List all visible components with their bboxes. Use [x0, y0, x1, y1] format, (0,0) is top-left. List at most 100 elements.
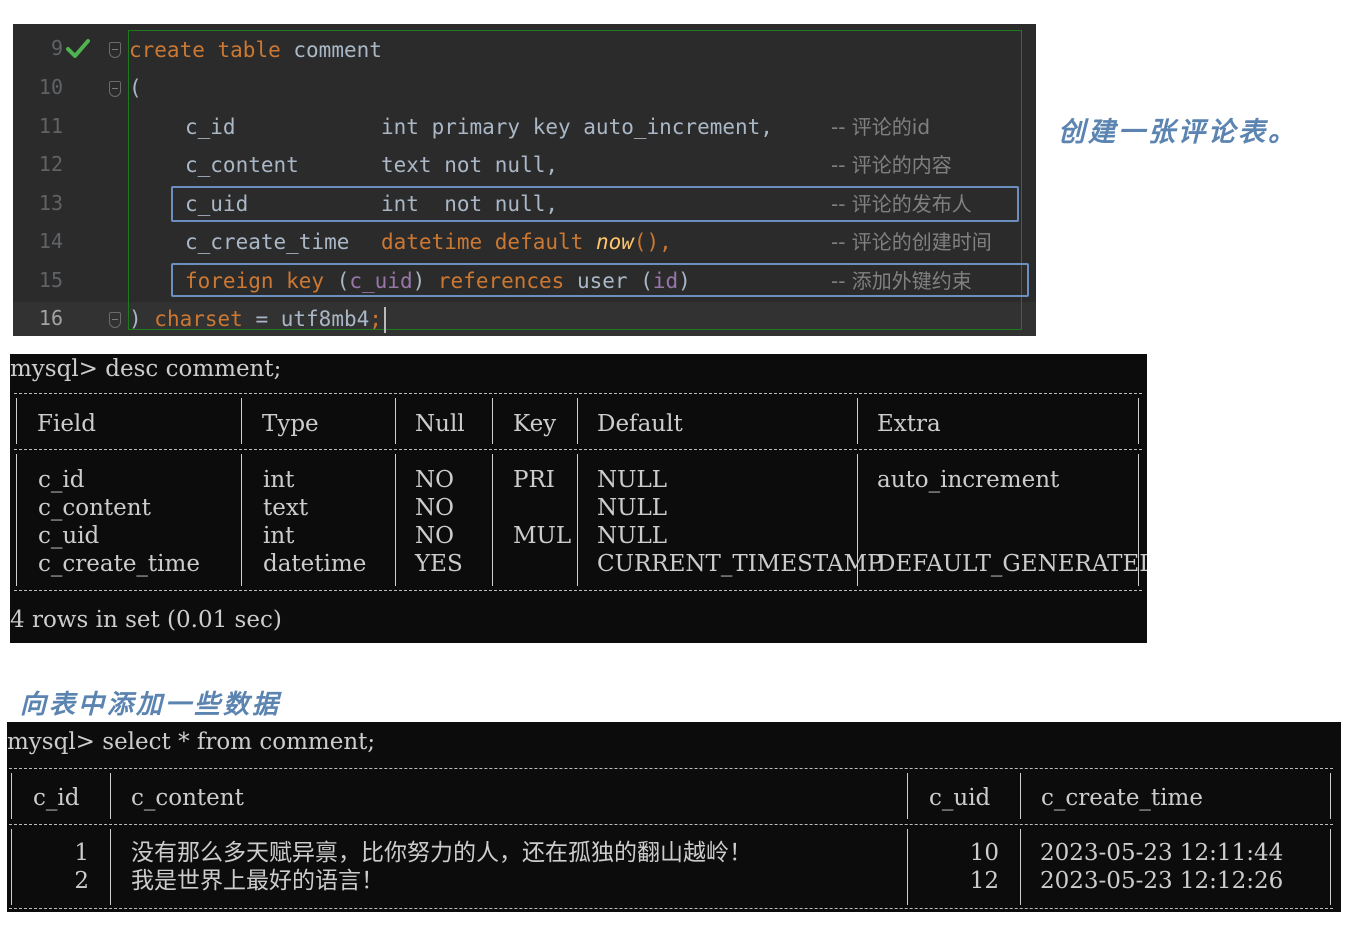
table-cell: NO [415, 467, 454, 493]
line-number: 11 [38, 114, 63, 138]
table-border [241, 454, 242, 586]
code-comment: -- 评论的内容 [831, 153, 952, 177]
keyword: charset [154, 307, 243, 331]
line-number-current: 16 [38, 306, 63, 330]
insert-data-note: 向表中添加一些数据 [20, 690, 282, 720]
code-line-15: foreign key (c_uid) references user (id) [185, 269, 691, 293]
fold-marker-icon[interactable] [109, 42, 121, 58]
table-border [857, 398, 858, 444]
table-cell: c_uid [38, 523, 100, 549]
punctuation: ( [324, 269, 350, 293]
checkmark-icon[interactable] [65, 36, 91, 62]
table-border [110, 773, 111, 819]
keyword: foreign key [185, 269, 325, 293]
column-name: c_id [185, 115, 236, 139]
table-border [395, 398, 396, 444]
column-name: c_uid [185, 192, 249, 216]
column-header: Type [262, 411, 319, 437]
table-name: comment [293, 38, 382, 62]
table-border [14, 393, 1142, 394]
table-border [11, 829, 12, 905]
fold-marker-icon[interactable] [109, 312, 121, 328]
table-border [1020, 773, 1021, 819]
line-number: 10 [38, 75, 63, 99]
column-type: int not null, [381, 192, 559, 216]
terminal-prompt: mysql> desc comment; [10, 356, 282, 382]
table-border [577, 454, 578, 586]
line-number: 9 [50, 36, 63, 60]
select-terminal[interactable]: mysql> select * from comment; c_id c_con… [7, 722, 1341, 912]
table-cell: int [263, 523, 295, 549]
column-name: c_create_time [185, 230, 350, 254]
table-border [1330, 773, 1331, 819]
table-cell: datetime [263, 551, 367, 577]
column-header: c_uid [929, 785, 991, 811]
punctuation: ) [678, 269, 691, 293]
column-header: Key [513, 411, 557, 437]
type-keyword: datetime default [381, 230, 596, 254]
column-type: text not null, [381, 153, 559, 177]
desc-terminal[interactable]: mysql> desc comment; Field Type Null Key… [10, 354, 1147, 643]
column-header: Default [597, 411, 683, 437]
column-name: c_content [185, 153, 299, 177]
column-header: Null [415, 411, 465, 437]
keyword: table [217, 38, 281, 62]
table-cell: auto_increment [877, 467, 1060, 493]
punctuation: (), [633, 230, 672, 254]
table-cell: NULL [597, 523, 668, 549]
table-cell: NO [415, 523, 454, 549]
table-cell: NULL [597, 495, 668, 521]
text-caret [383, 307, 386, 333]
table-border [9, 768, 1333, 769]
line-number: 14 [38, 229, 63, 253]
code-comment: -- 添加外键约束 [831, 269, 972, 293]
table-cell: PRI [513, 467, 555, 493]
table-cell: 10 [969, 840, 999, 866]
table-cell: CURRENT_TIMESTAMP [597, 551, 883, 577]
table-border [1138, 398, 1139, 444]
table-cell: c_id [38, 467, 85, 493]
keyword: references [437, 269, 565, 293]
result-footer: 4 rows in set (0.01 sec) [10, 607, 282, 633]
fold-marker-icon[interactable] [109, 81, 121, 97]
table-border [907, 829, 908, 905]
table-border [492, 454, 493, 586]
charset-value: = utf8mb4 [242, 307, 370, 331]
table-border [16, 398, 17, 444]
table-border [1020, 829, 1021, 905]
code-line-9: create table comment [129, 38, 382, 62]
table-border [907, 773, 908, 819]
line-number: 12 [38, 152, 63, 176]
table-cell: NULL [597, 467, 668, 493]
punctuation: ) [129, 307, 155, 331]
table-border [14, 590, 1142, 591]
table-border [241, 398, 242, 444]
table-cell: 2 [74, 868, 89, 894]
table-cell: NO [415, 495, 454, 521]
punctuation: ) [412, 269, 438, 293]
table-cell: 2023-05-23 12:11:44 [1040, 840, 1284, 866]
column-header: Field [37, 411, 97, 437]
table-cell: YES [415, 551, 463, 577]
table-border [14, 449, 1142, 450]
code-line-10: ( [129, 76, 142, 100]
column-header: Extra [877, 411, 941, 437]
table-cell: c_create_time [38, 551, 200, 577]
table-cell: DEFAULT_GENERATED [877, 551, 1147, 577]
sql-editor[interactable]: 9 10 11 12 13 14 15 16 create table comm… [13, 24, 1036, 336]
code-comment: -- 评论的发布人 [831, 192, 972, 216]
table-border [577, 398, 578, 444]
table-border [395, 454, 396, 586]
line-number: 15 [38, 268, 63, 292]
table-cell: int [263, 467, 295, 493]
column-type: datetime default now(), [381, 230, 672, 254]
table-cell: MUL [513, 523, 572, 549]
column-type: int primary key auto_increment, [381, 115, 773, 139]
table-border [492, 398, 493, 444]
keyword: create [129, 38, 205, 62]
terminal-prompt: mysql> select * from comment; [7, 729, 376, 755]
column-header: c_content [131, 785, 244, 811]
table-cell: 1 [74, 840, 89, 866]
table-cell: 2023-05-23 12:12:26 [1040, 868, 1284, 894]
column-name: id [652, 269, 679, 293]
